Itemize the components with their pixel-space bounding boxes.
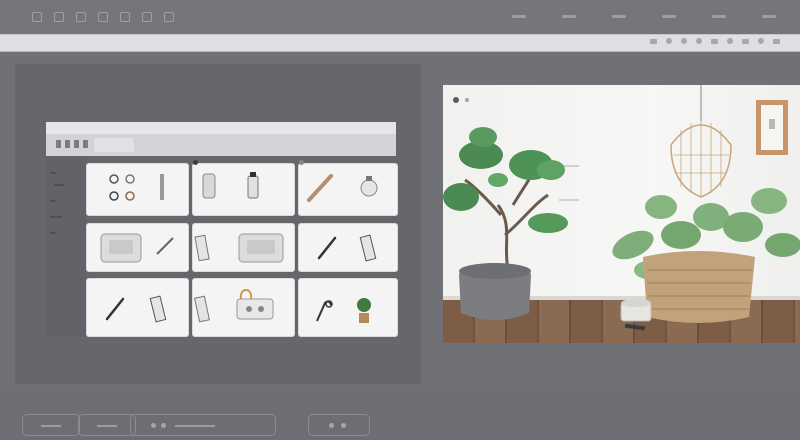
- top-right-icon-group: [512, 12, 776, 18]
- tab-label-placeholder: [97, 425, 117, 427]
- grid-item-knife-2[interactable]: [87, 279, 188, 336]
- status-icon[interactable]: [662, 15, 676, 18]
- sidebar-item[interactable]: [50, 216, 62, 218]
- taskbar-tab-3-active[interactable]: [130, 414, 276, 436]
- status-icon[interactable]: [562, 15, 576, 18]
- forward-icon[interactable]: [681, 38, 687, 44]
- grid-item-bottles[interactable]: [193, 164, 294, 215]
- grid-item-box-2[interactable]: [193, 224, 294, 271]
- bookmark-icon[interactable]: [711, 38, 718, 44]
- sidebar-item[interactable]: [50, 200, 56, 202]
- file-icon[interactable]: [54, 12, 64, 22]
- window-icon[interactable]: [142, 12, 152, 22]
- tools-icon[interactable]: [120, 12, 130, 22]
- plant-thumbnail: [316, 298, 371, 323]
- status-icon[interactable]: [512, 15, 526, 18]
- back-icon[interactable]: [56, 140, 61, 148]
- grid-item-eyelets[interactable]: [87, 164, 188, 215]
- tab-label-placeholder: [41, 425, 61, 427]
- grid-item-knife[interactable]: [299, 224, 397, 271]
- edit-icon[interactable]: [76, 12, 86, 22]
- bottom-taskbar: [0, 392, 800, 440]
- selection-indicator: [299, 160, 304, 165]
- menu-icon[interactable]: [773, 38, 780, 44]
- tab-status-dot: [151, 423, 156, 428]
- window-toolbar: [46, 134, 396, 156]
- grid-item-plant[interactable]: [299, 279, 397, 336]
- tab-label-placeholder: [175, 425, 215, 427]
- refresh-icon[interactable]: [696, 38, 702, 44]
- taskbar-tab-1[interactable]: [22, 414, 80, 436]
- eyelets-thumbnail: [109, 174, 164, 201]
- grid-item-box[interactable]: [87, 224, 188, 271]
- tab-status-dot: [161, 423, 166, 428]
- top-left-icon-group: [32, 12, 174, 22]
- selection-indicator: [193, 160, 198, 165]
- share-icon[interactable]: [650, 38, 657, 44]
- box-thumbnail-2: [194, 233, 284, 263]
- file-browser-window: [46, 122, 397, 337]
- taskbar-tab-2[interactable]: [78, 414, 136, 436]
- grid-item-cable[interactable]: [193, 279, 294, 336]
- profile-icon[interactable]: [758, 38, 764, 44]
- forward-icon[interactable]: [65, 140, 70, 148]
- window-sidebar: [46, 156, 86, 337]
- tools-thumbnail: [307, 174, 378, 202]
- download-icon[interactable]: [727, 38, 733, 44]
- thumbnail-grid: [87, 156, 397, 337]
- preview-image-panel[interactable]: [443, 85, 800, 343]
- grid-item-tools[interactable]: [299, 164, 397, 215]
- help-icon[interactable]: [164, 12, 174, 22]
- bottles-thumbnail: [202, 172, 259, 199]
- tab-status-dot: [341, 423, 346, 428]
- address-bar-actions: [650, 38, 780, 44]
- active-tab[interactable]: [94, 138, 134, 152]
- tab-status-dot: [329, 423, 334, 428]
- sidebar-item[interactable]: [54, 184, 64, 186]
- sidebar-item[interactable]: [50, 172, 56, 174]
- status-icon[interactable]: [712, 15, 726, 18]
- up-icon[interactable]: [74, 140, 79, 148]
- top-menu-bar: [0, 0, 800, 34]
- app-menu-icon[interactable]: [32, 12, 42, 22]
- cable-thumbnail: [194, 289, 274, 323]
- extension-icon[interactable]: [742, 38, 749, 44]
- status-icon[interactable]: [762, 15, 776, 18]
- taskbar-tab-4[interactable]: [308, 414, 370, 436]
- view-icon[interactable]: [98, 12, 108, 22]
- knife-thumbnail-2: [105, 295, 167, 323]
- box-thumbnail: [100, 233, 174, 263]
- sidebar-item[interactable]: [50, 232, 56, 234]
- status-icon[interactable]: [612, 15, 626, 18]
- back-icon[interactable]: [666, 38, 672, 44]
- address-bar[interactable]: [0, 34, 800, 52]
- interior-scene-illustration: [443, 85, 800, 331]
- knife-thumbnail: [317, 234, 377, 262]
- view-icon[interactable]: [83, 140, 88, 148]
